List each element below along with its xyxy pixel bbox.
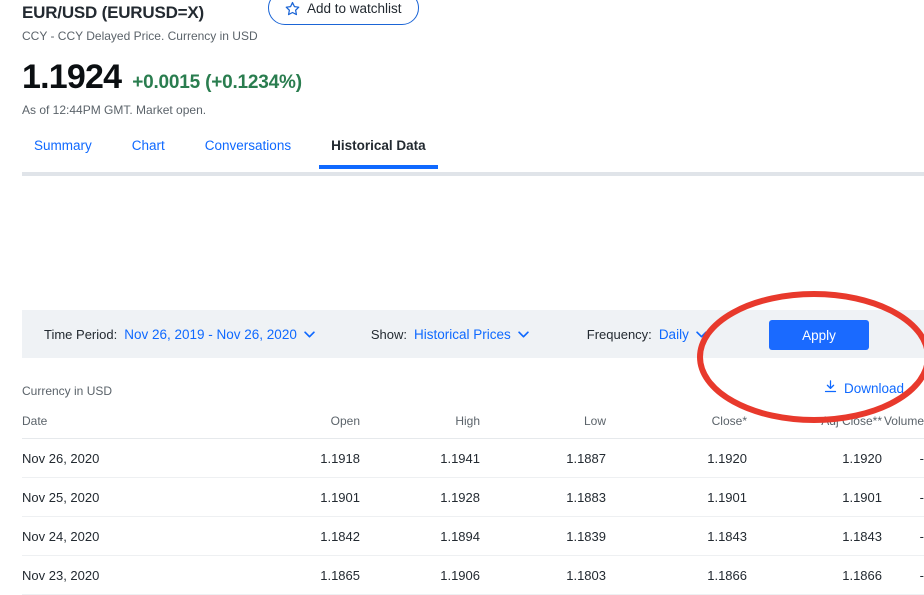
- tabs-divider: [22, 172, 924, 176]
- show-label: Show:: [370, 326, 407, 342]
- cell-volume: -: [882, 555, 924, 595]
- cell-close: 1.1843: [606, 516, 747, 556]
- add-to-watchlist-label: Add to watchlist: [307, 0, 402, 16]
- cell-adj-close: 1.1866: [747, 555, 882, 595]
- column-header-adj-close[interactable]: Adj Close**: [747, 414, 882, 439]
- cell-date: Nov 26, 2020: [22, 438, 240, 478]
- column-header-high[interactable]: High: [360, 414, 480, 439]
- frequency-value: Daily: [658, 326, 689, 342]
- cell-adj-close: 1.1920: [747, 438, 882, 478]
- cell-high: 1.1941: [360, 438, 480, 478]
- chevron-down-icon: [518, 330, 529, 338]
- tab-conversations[interactable]: Conversations: [185, 138, 311, 169]
- show-dropdown[interactable]: Historical Prices: [414, 327, 529, 342]
- table-row: Nov 26, 2020 1.1918 1.1941 1.1887 1.1920…: [22, 438, 924, 478]
- page-title: EUR/USD (EURUSD=X): [22, 3, 205, 22]
- download-link[interactable]: Download: [823, 379, 904, 397]
- price-row: 1.1924 +0.0015 (+0.1234%): [22, 58, 924, 96]
- cell-open: 1.1918: [240, 438, 360, 478]
- tab-summary[interactable]: Summary: [22, 138, 112, 169]
- cell-volume: -: [882, 477, 924, 517]
- quote-as-of: As of 12:44PM GMT. Market open.: [22, 103, 207, 117]
- time-period-group: Time Period: Nov 26, 2019 - Nov 26, 2020: [44, 327, 315, 342]
- quote-header: EUR/USD (EURUSD=X) Add to watchlist CCY …: [22, 0, 924, 118]
- cell-open: 1.1842: [240, 516, 360, 556]
- time-period-dropdown[interactable]: Nov 26, 2019 - Nov 26, 2020: [124, 327, 315, 342]
- quote-tabs: Summary Chart Conversations Historical D…: [22, 138, 924, 169]
- cell-low: 1.1883: [480, 477, 606, 517]
- add-to-watchlist-button[interactable]: Add to watchlist: [268, 0, 419, 25]
- cell-low: 1.1803: [480, 555, 606, 595]
- frequency-label: Frequency:: [586, 326, 652, 342]
- table-row: Nov 25, 2020 1.1901 1.1928 1.1883 1.1901…: [22, 477, 924, 517]
- quote-change: +0.0015 (+0.1234%): [132, 72, 302, 93]
- column-header-open[interactable]: Open: [240, 414, 360, 439]
- cell-close: 1.1901: [606, 477, 747, 517]
- frequency-group: Frequency: Daily: [587, 327, 707, 342]
- tab-historical-data[interactable]: Historical Data: [311, 138, 446, 169]
- cell-date: Nov 24, 2020: [22, 516, 240, 556]
- cell-high: 1.1906: [360, 555, 480, 595]
- historical-data-table: Date Open High Low Close* Adj Close** Vo…: [22, 414, 924, 595]
- cell-close: 1.1866: [606, 555, 747, 595]
- download-label: Download: [844, 380, 905, 396]
- table-row: Nov 23, 2020 1.1865 1.1906 1.1803 1.1866…: [22, 555, 924, 595]
- cell-low: 1.1887: [480, 438, 606, 478]
- column-header-volume[interactable]: Volume: [882, 414, 924, 439]
- cell-date: Nov 23, 2020: [22, 555, 240, 595]
- column-header-close[interactable]: Close*: [606, 414, 747, 439]
- show-value: Historical Prices: [413, 326, 511, 342]
- show-group: Show: Historical Prices: [371, 327, 529, 342]
- cell-volume: -: [882, 438, 924, 478]
- cell-open: 1.1901: [240, 477, 360, 517]
- cell-high: 1.1894: [360, 516, 480, 556]
- chevron-down-icon: [696, 330, 707, 338]
- cell-adj-close: 1.1843: [747, 516, 882, 556]
- cell-date: Nov 25, 2020: [22, 477, 240, 517]
- cell-adj-close: 1.1901: [747, 477, 882, 517]
- cell-high: 1.1928: [360, 477, 480, 517]
- chevron-down-icon: [304, 330, 315, 338]
- frequency-dropdown[interactable]: Daily: [659, 327, 707, 342]
- table-header-row: Date Open High Low Close* Adj Close** Vo…: [22, 414, 924, 439]
- cell-volume: -: [882, 516, 924, 556]
- column-header-low[interactable]: Low: [480, 414, 606, 439]
- time-period-value: Nov 26, 2019 - Nov 26, 2020: [124, 326, 297, 342]
- table-row: Nov 24, 2020 1.1842 1.1894 1.1839 1.1843…: [22, 516, 924, 556]
- tab-chart[interactable]: Chart: [112, 138, 185, 169]
- currency-note: Currency in USD: [22, 384, 113, 398]
- quote-price: 1.1924: [22, 58, 122, 96]
- title-row: EUR/USD (EURUSD=X) Add to watchlist: [22, 0, 924, 25]
- cell-low: 1.1839: [480, 516, 606, 556]
- cell-open: 1.1865: [240, 555, 360, 595]
- quote-subtitle: CCY - CCY Delayed Price. Currency in USD: [22, 29, 258, 43]
- historical-data-table-wrap: Date Open High Low Close* Adj Close** Vo…: [22, 414, 924, 595]
- column-header-date[interactable]: Date: [22, 414, 240, 439]
- cell-close: 1.1920: [606, 438, 747, 478]
- download-icon: [823, 379, 838, 397]
- apply-button[interactable]: Apply: [769, 320, 869, 350]
- time-period-label: Time Period:: [44, 326, 118, 342]
- star-icon: [285, 1, 300, 16]
